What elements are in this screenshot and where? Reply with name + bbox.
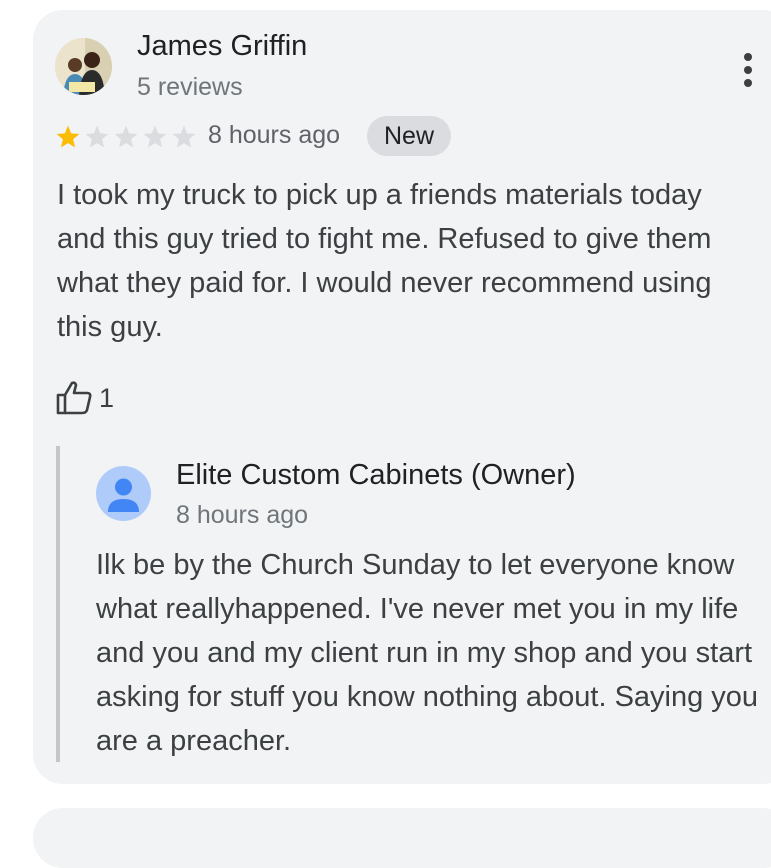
star-outline-icon	[172, 125, 196, 148]
more-vert-icon	[744, 53, 752, 87]
star-outline-icon	[114, 125, 138, 148]
reviewer-review-count: 5 reviews	[137, 73, 243, 101]
like-count: 1	[99, 382, 115, 413]
star-icon	[56, 125, 80, 148]
reviewer-photo	[55, 38, 112, 95]
star-outline-icon	[85, 125, 109, 148]
review-time: 8 hours ago	[208, 121, 341, 149]
owner-name: Elite Custom Cabinets (Owner)	[176, 459, 576, 491]
next-review-card	[33, 808, 771, 868]
like-button[interactable]: 1	[55, 378, 114, 418]
owner-reply-text: Ilk be by the Church Sunday to let every…	[96, 549, 759, 757]
reviewer-name[interactable]: James Griffin	[137, 30, 307, 63]
thumbs-up-icon	[56, 381, 92, 415]
owner-reply: Elite Custom Cabinets (Owner) 8 hours ag…	[56, 446, 770, 762]
owner-reply-time: 8 hours ago	[176, 501, 309, 529]
owner-avatar-icon	[108, 478, 139, 512]
review-text: I took my truck to pick up a friends mat…	[57, 179, 712, 343]
more-options-button[interactable]	[733, 50, 763, 90]
star-outline-icon	[143, 125, 167, 148]
reviewer-avatar[interactable]	[55, 38, 112, 95]
new-badge: New	[367, 116, 452, 156]
owner-avatar	[96, 466, 151, 521]
star-rating	[55, 124, 200, 150]
